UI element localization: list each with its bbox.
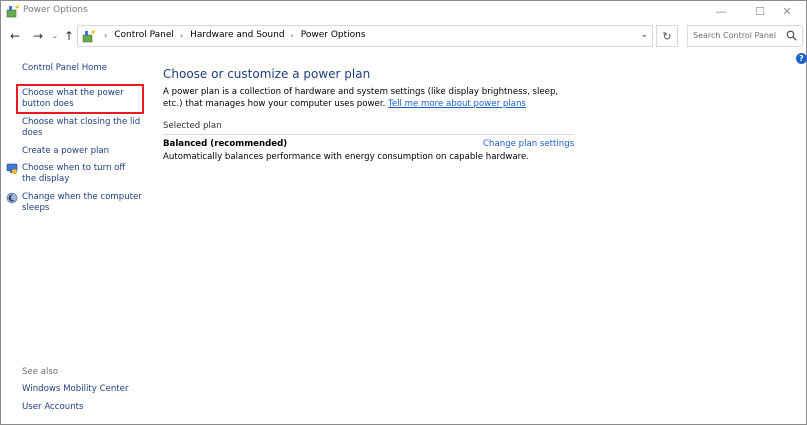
back-button[interactable]: ← [7,28,23,44]
search-placeholder: Search Control Panel [693,31,777,40]
see-also-heading: See also [22,367,59,377]
monitor-power-icon [6,163,18,175]
power-options-icon [6,5,19,18]
chevron-down-icon[interactable]: ⌄ [640,30,648,40]
search-icon[interactable] [786,30,797,41]
chevron-right-icon[interactable]: › [104,31,107,40]
up-button[interactable]: ↑ [61,28,77,44]
title-bar: Power Options — ☐ ✕ [1,1,806,22]
control-panel-home-link[interactable]: Control Panel Home [22,63,107,74]
close-button[interactable]: ✕ [767,1,807,22]
search-input[interactable]: Search Control Panel [687,25,803,47]
create-power-plan-link[interactable]: Create a power plan [22,146,142,157]
learn-more-link[interactable]: Tell me more about power plans [388,99,526,109]
power-options-window: Power Options — ☐ ✕ ← → ⌄ ↑ › Control Pa… [0,0,807,425]
refresh-button[interactable]: ↻ [656,25,678,47]
power-button-link[interactable]: Choose what the power button does [22,88,142,110]
closing-lid-link[interactable]: Choose what closing the lid does [22,117,142,139]
breadcrumb-hardware-and-sound[interactable]: Hardware and Sound [190,30,284,40]
help-button[interactable]: ? [796,53,807,64]
computer-sleeps-link[interactable]: Change when the computer sleeps [22,192,142,214]
user-accounts-link[interactable]: User Accounts [22,402,84,413]
plan-name: Balanced (recommended) [163,139,288,149]
navigation-bar: ← → ⌄ ↑ › Control Panel › Hardware and S… [1,22,806,50]
selected-plan-heading: Selected plan [163,121,222,131]
chevron-right-icon[interactable]: › [291,31,294,40]
change-plan-settings-link[interactable]: Change plan settings [483,139,574,149]
turn-off-display-link[interactable]: Choose when to turn off the display [22,163,142,185]
left-pane: Control Panel Home Choose what the power… [1,51,151,425]
breadcrumb-control-panel[interactable]: Control Panel [114,30,174,40]
moon-sleep-icon [6,192,18,204]
divider [163,134,574,135]
forward-button[interactable]: → [30,28,46,44]
breadcrumb-power-options[interactable]: Power Options [301,30,366,40]
control-panel-icon [82,30,95,43]
page-title: Choose or customize a power plan [163,67,371,81]
minimize-button[interactable]: — [701,1,741,22]
address-bar[interactable]: › Control Panel › Hardware and Sound › P… [77,25,653,47]
page-description: A power plan is a collection of hardware… [163,87,563,110]
window-title: Power Options [23,5,88,15]
chevron-right-icon[interactable]: › [180,31,183,40]
plan-description: Automatically balances performance with … [163,152,529,162]
breadcrumb: › Control Panel › Hardware and Sound › P… [98,30,366,40]
windows-mobility-center-link[interactable]: Windows Mobility Center [22,384,129,395]
